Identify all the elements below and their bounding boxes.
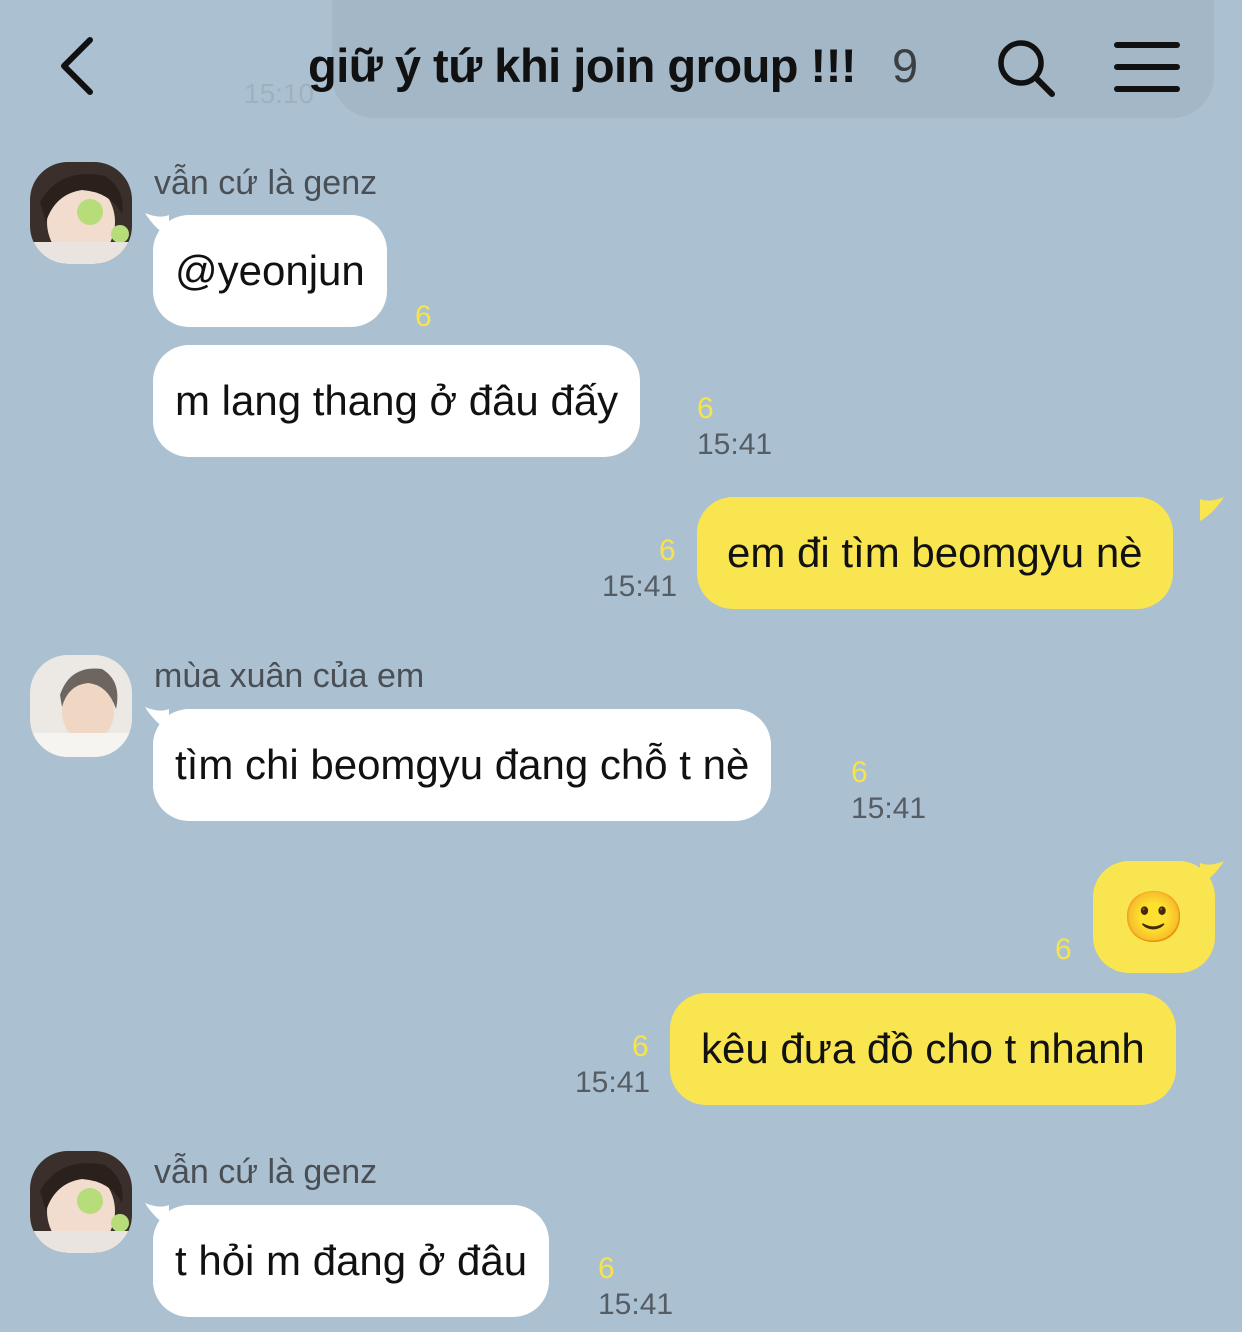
avatar[interactable] [30,655,132,757]
search-button[interactable] [994,36,1058,100]
message-bubble[interactable]: em đi tìm beomgyu nè [697,497,1173,609]
chat-header: 15:10 giữ ý tứ khi join group !!! 9 [0,0,1242,135]
emoji-smile: 🙂 [1122,888,1186,946]
message-time: 15:41 [602,570,678,603]
bubble-tail [1200,497,1224,521]
profile-photo-icon [30,1151,132,1253]
message-time: 15:41 [697,428,773,461]
avatar[interactable] [30,162,132,264]
hamburger-menu-icon [1114,42,1180,92]
unread-count: 6 [598,1252,615,1285]
bubble-tail [1200,861,1224,885]
profile-photo-icon [30,655,132,757]
unread-count: 6 [851,756,868,789]
message-bubble[interactable]: kêu đưa đồ cho t nhanh [670,993,1176,1105]
sender-name: vẫn cứ là genz [154,164,378,202]
ghost-timestamp: 15:10 [244,78,315,109]
unread-count: 6 [659,534,676,567]
avatar[interactable] [30,1151,132,1253]
message-bubble[interactable]: t hỏi m đang ở đâu [153,1205,550,1317]
sender-name: mùa xuân của em [154,657,425,695]
profile-photo-icon [30,162,132,264]
message-bubble[interactable]: 🙂 [1093,861,1215,973]
chevron-left-icon [61,37,93,95]
unread-count: 6 [697,392,714,425]
unread-count: 6 [1055,933,1072,966]
message-time: 15:41 [575,1066,651,1099]
message-bubble[interactable]: m lang thang ở đâu đấy [153,345,641,457]
message-bubble[interactable]: @yeonjun [153,215,387,327]
member-count: 9 [892,39,919,92]
message-time: 15:41 [851,792,927,825]
unread-count: 6 [632,1030,649,1063]
back-button[interactable] [52,32,108,100]
menu-button[interactable] [1114,40,1180,94]
message-bubble[interactable]: tìm chi beomgyu đang chỗ t nè [153,709,772,821]
search-icon [998,40,1055,97]
unread-count: 6 [415,300,432,333]
message-time: 15:41 [598,1288,674,1321]
chat-title: giữ ý tứ khi join group !!! [308,39,857,92]
sender-name: vẫn cứ là genz [154,1153,378,1191]
